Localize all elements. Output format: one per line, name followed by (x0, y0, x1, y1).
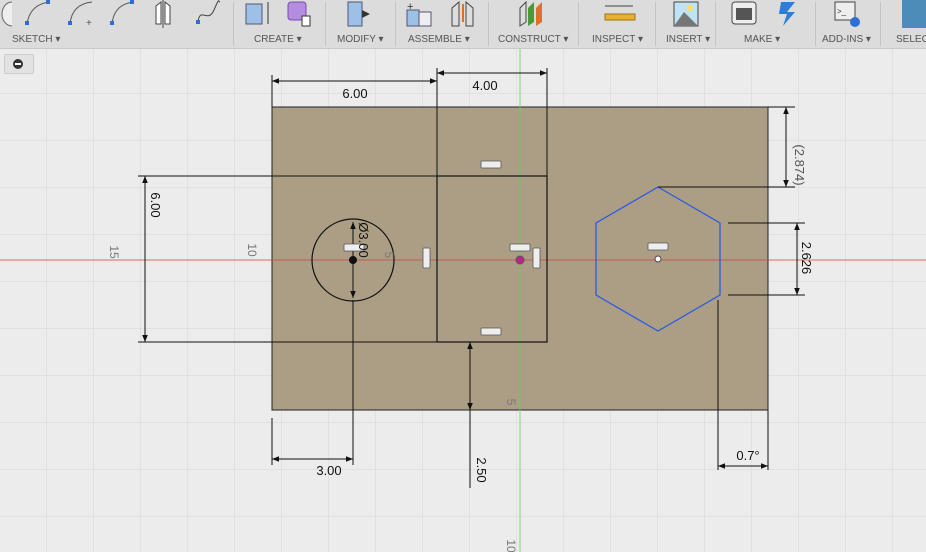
dim-width-left[interactable]: 6.00 (342, 86, 367, 101)
menu-modify[interactable]: MODIFY ▾ (337, 34, 384, 45)
menu-assemble[interactable]: ASSEMBLE ▾ (408, 34, 470, 45)
toolbar: + + >_ SKETCH ▾ CREATE ▾ MODIFY ▾ ASSEMB… (0, 0, 926, 49)
horizontal-constraint-icon (647, 242, 669, 251)
dim-top-offset[interactable]: (2.874) (792, 144, 807, 185)
vertical-constraint-icon (422, 247, 431, 269)
dim-circle-x[interactable]: 3.00 (316, 463, 341, 478)
toolbar-separator (395, 2, 396, 46)
3d-print-icon[interactable] (730, 0, 757, 28)
axis-label-10-vertical: 10 (504, 539, 518, 552)
dim-width-square[interactable]: 4.00 (472, 78, 497, 93)
spline-icon[interactable] (194, 0, 221, 28)
insert-image-icon[interactable] (672, 0, 699, 28)
joint-icon[interactable] (449, 0, 475, 28)
toolbar-separator (880, 2, 881, 46)
toolbar-separator (578, 2, 579, 46)
hexagon-center-point[interactable] (654, 255, 662, 263)
tangent-arc-icon[interactable] (108, 0, 135, 28)
dim-hex-angle[interactable]: 0.7° (736, 448, 759, 463)
toolbar-separator (488, 2, 489, 46)
extrude-icon[interactable] (244, 0, 270, 28)
axis-label-5: 5 (382, 252, 396, 259)
menu-construct[interactable]: CONSTRUCT ▾ (498, 34, 568, 45)
menu-make[interactable]: MAKE ▾ (744, 34, 780, 45)
menu-add-ins[interactable]: ADD-INS ▾ (822, 34, 871, 45)
dim-hex-height[interactable]: 2.626 (799, 242, 814, 275)
sketch-canvas[interactable]: 6.00 4.00 6.00 (2.874) 2.626 3.00 2.50 0… (0, 49, 926, 552)
svg-text:>_: >_ (837, 7, 847, 16)
menu-select[interactable]: SELEC (896, 34, 926, 45)
arc-tool-icon[interactable] (0, 0, 14, 28)
menu-sketch[interactable]: SKETCH ▾ (12, 34, 60, 45)
horizontal-constraint-icon (480, 327, 502, 336)
menu-insert[interactable]: INSERT ▾ (666, 34, 710, 45)
toolbar-separator (655, 2, 656, 46)
horizontal-constraint-icon (509, 243, 531, 252)
new-component-icon[interactable]: + (405, 0, 432, 28)
form-icon[interactable] (286, 0, 312, 28)
three-point-arc-icon[interactable] (24, 0, 51, 28)
dim-height-square[interactable]: 6.00 (148, 192, 163, 217)
center-arc-icon[interactable]: + (66, 0, 93, 29)
press-pull-icon[interactable] (346, 0, 372, 28)
scripts-addins-icon[interactable]: >_ (833, 0, 860, 28)
axis-label-10: 10 (245, 243, 259, 257)
toolbar-separator (233, 2, 234, 46)
horizontal-constraint-icon (480, 160, 502, 169)
origin-point[interactable] (515, 255, 525, 265)
make-icon[interactable] (773, 0, 799, 28)
browser-collapse-button[interactable] (4, 54, 34, 74)
toolbar-separator (715, 2, 716, 46)
measure-icon[interactable] (603, 0, 637, 28)
vertical-constraint-icon (532, 247, 541, 269)
select-icon[interactable] (900, 0, 926, 28)
minus-icon (13, 59, 23, 69)
menu-inspect[interactable]: INSPECT ▾ (592, 34, 643, 45)
axis-label-5-vertical: 5 (504, 399, 518, 406)
toolbar-separator (815, 2, 816, 46)
svg-text:+: + (86, 18, 92, 28)
dim-square-bottom[interactable]: 2.50 (474, 457, 489, 482)
dim-circle-diameter[interactable]: Ø3.00 (356, 222, 371, 257)
svg-text:+: + (407, 1, 413, 13)
offset-plane-icon[interactable] (518, 0, 544, 28)
axis-label-15: 15 (107, 245, 121, 259)
mirror-icon[interactable] (152, 0, 178, 28)
toolbar-separator (325, 2, 326, 46)
menu-create[interactable]: CREATE ▾ (254, 34, 302, 45)
